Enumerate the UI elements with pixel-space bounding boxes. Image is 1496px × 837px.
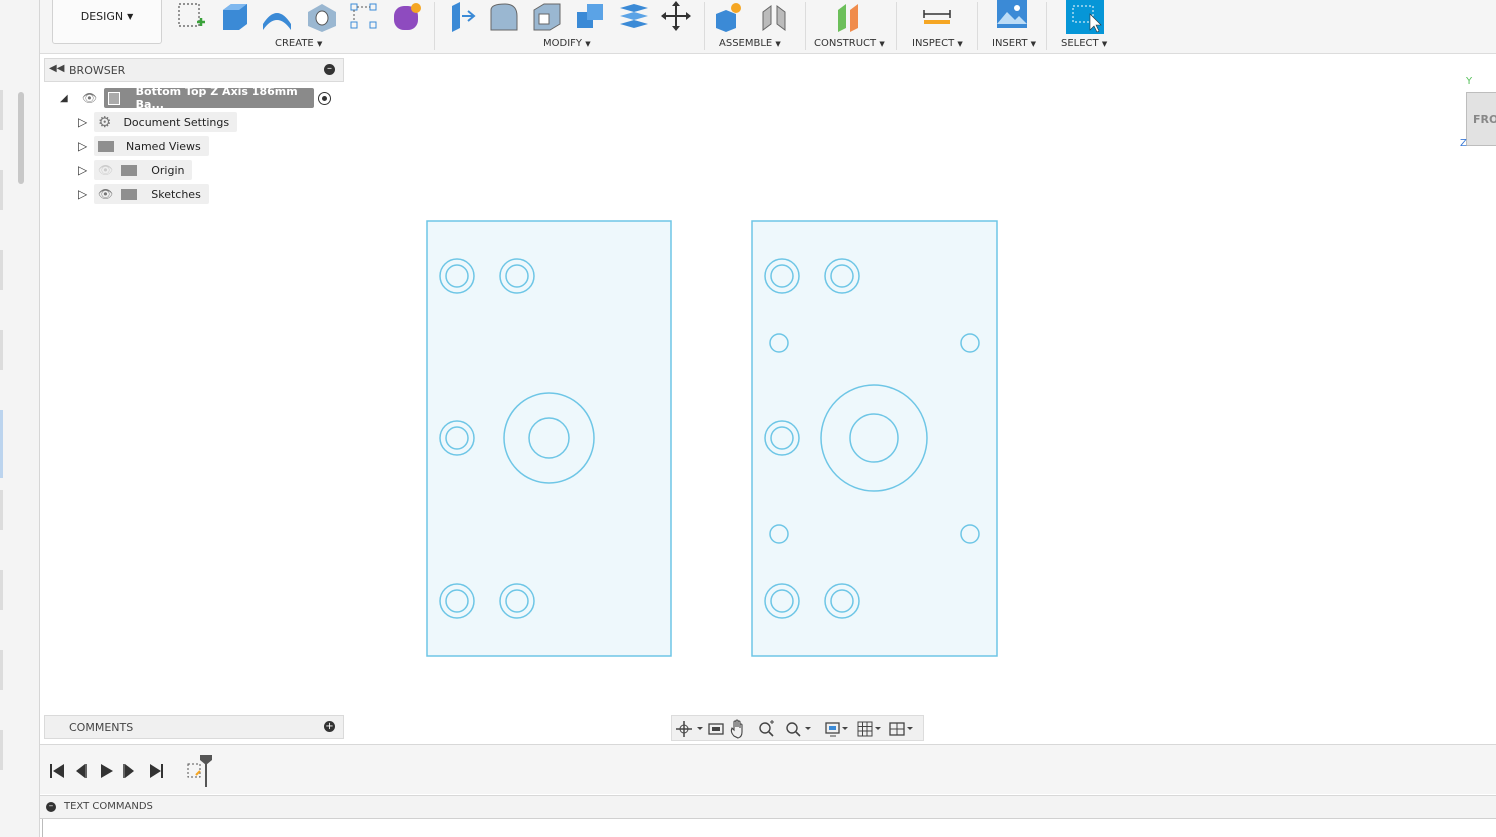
timeline	[40, 744, 1496, 794]
step-forward-icon[interactable]	[123, 764, 134, 778]
look-at-icon[interactable]	[708, 723, 724, 735]
view-cube[interactable]: Y FRO Z	[1458, 76, 1496, 156]
grid-settings-icon[interactable]	[857, 721, 881, 737]
sketch-plate-left[interactable]	[426, 220, 672, 657]
sketch-plate-right[interactable]	[751, 220, 998, 657]
step-back-icon[interactable]	[76, 764, 87, 778]
text-commands-header[interactable]: – TEXT COMMANDS	[40, 795, 1496, 819]
timeline-marker[interactable]	[200, 755, 212, 787]
go-to-end-icon[interactable]	[150, 764, 163, 778]
go-to-start-icon[interactable]	[50, 764, 64, 778]
fit-window-icon[interactable]	[786, 722, 811, 737]
axis-z-label: Z	[1460, 138, 1467, 149]
navigation-bar	[671, 715, 924, 741]
add-comment-icon[interactable]: +	[324, 721, 335, 732]
axis-y-label: Y	[1466, 76, 1473, 87]
view-cube-face[interactable]: FRO	[1466, 92, 1496, 146]
timeline-sketch-feature-icon[interactable]	[187, 763, 201, 778]
pan-hand-icon[interactable]	[730, 719, 743, 739]
viewports-icon[interactable]	[889, 722, 913, 736]
text-commands-title: TEXT COMMANDS	[64, 801, 153, 812]
text-commands-input[interactable]	[42, 819, 1496, 837]
sketch-canvas[interactable]	[0, 0, 1496, 837]
orbit-icon[interactable]	[676, 721, 703, 737]
display-settings-icon[interactable]	[825, 722, 848, 737]
zoom-icon[interactable]	[759, 720, 774, 737]
view-cube-face-label: FRO	[1473, 112, 1496, 126]
minus-circle-icon[interactable]: –	[46, 802, 56, 812]
play-icon[interactable]	[101, 764, 113, 778]
comments-panel-header[interactable]: COMMENTS +	[44, 715, 344, 739]
comments-title: COMMENTS	[69, 721, 134, 734]
